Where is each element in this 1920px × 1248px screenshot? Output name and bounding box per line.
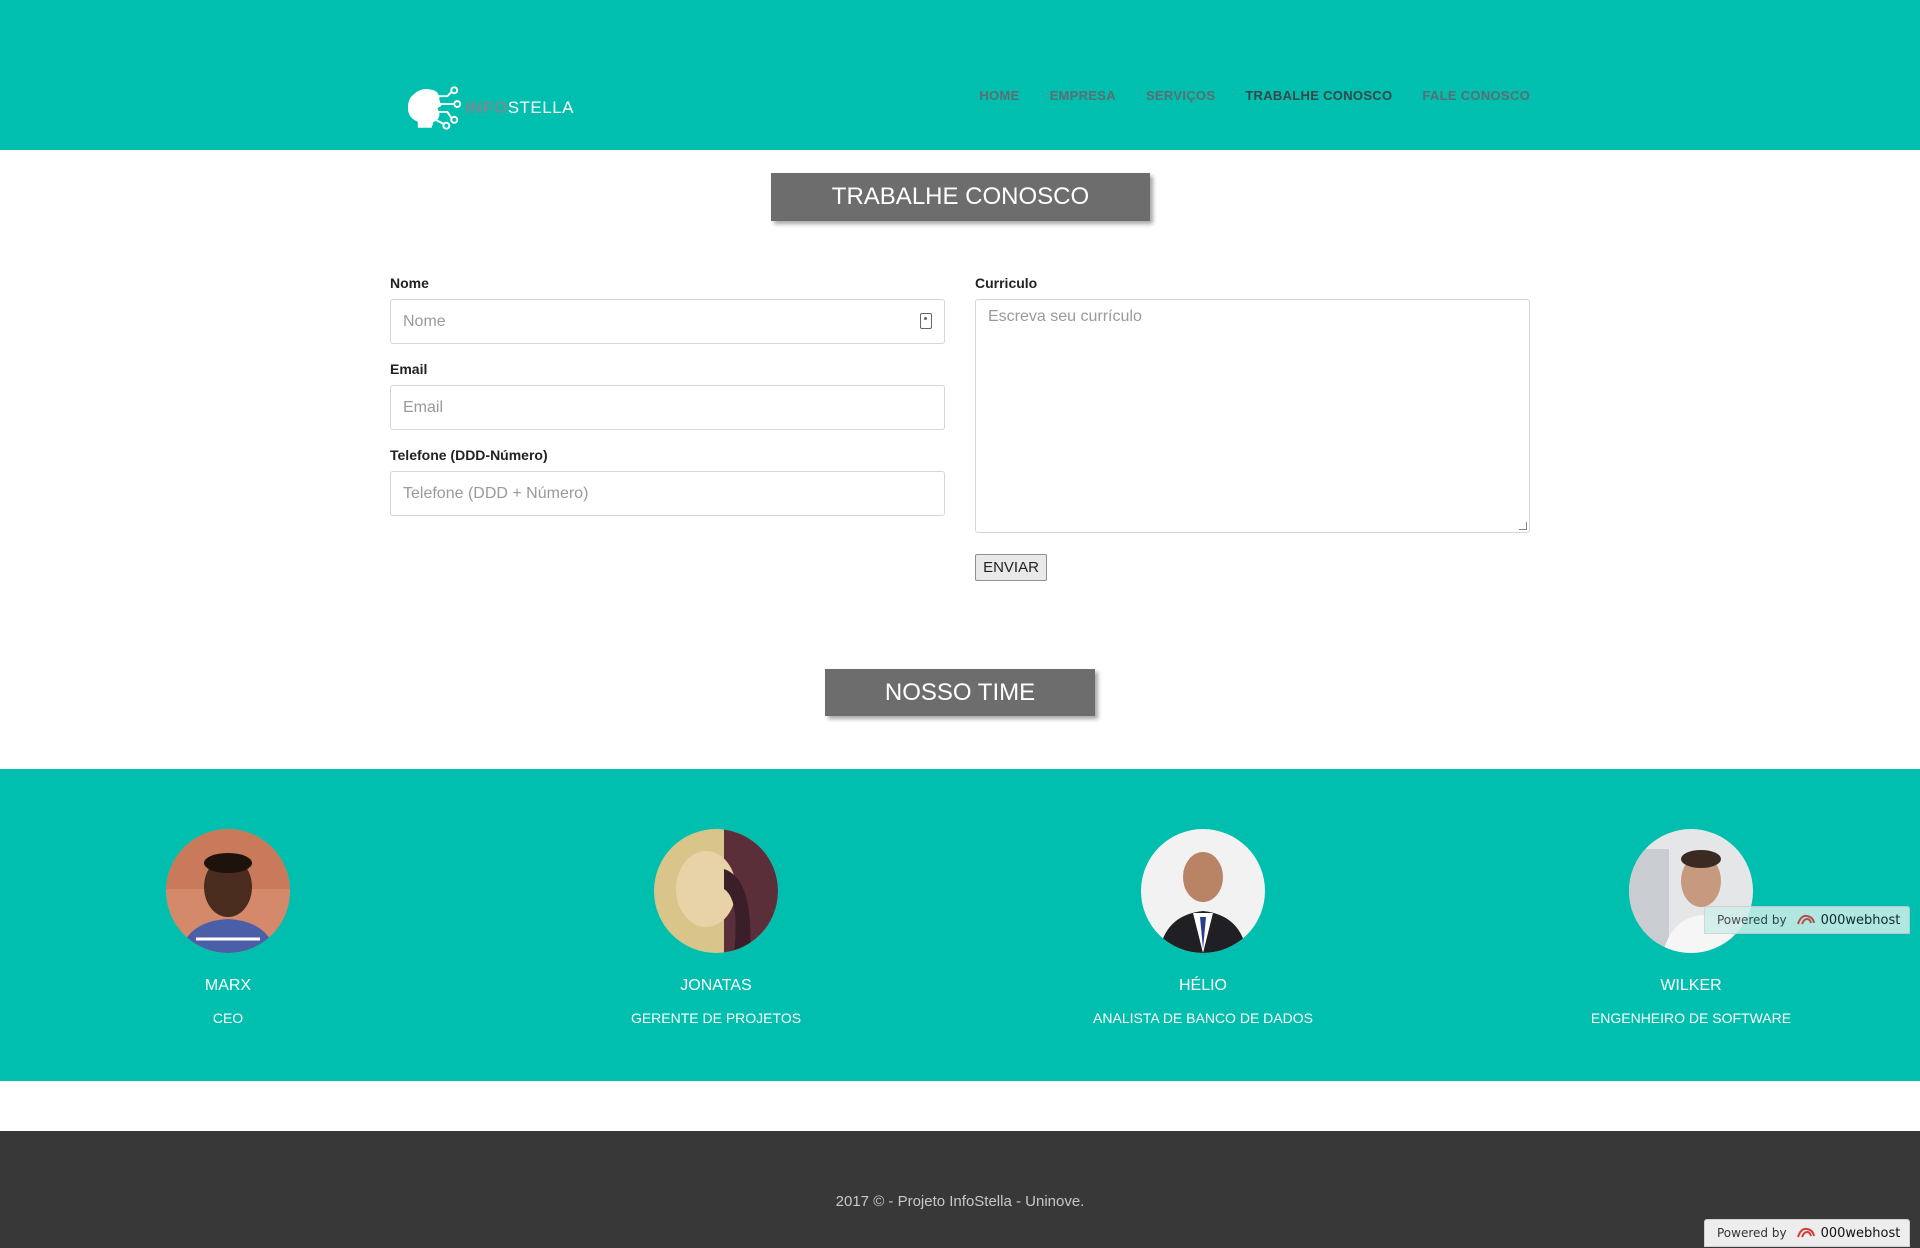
member-name: JONATAS: [680, 977, 752, 994]
member-name: WILKER: [1660, 977, 1722, 994]
email-placeholder: Email: [403, 398, 444, 416]
telefone-placeholder: Telefone (DDD + Número): [403, 484, 589, 502]
powered-by-badge[interactable]: Powered by 000webhost: [1704, 906, 1910, 934]
nav-home[interactable]: HOME: [979, 88, 1019, 103]
logo-text-stella: STELLA: [507, 98, 574, 117]
site-logo[interactable]: INFOSTELLA: [404, 83, 574, 133]
nav-servicos[interactable]: SERVIÇOS: [1146, 88, 1215, 103]
email-label: Email: [390, 361, 428, 377]
member-role: GERENTE DE PROJETOS: [630, 1010, 802, 1026]
nome-placeholder: Nome: [403, 312, 446, 330]
curriculo-textarea[interactable]: Escreva seu currículo: [975, 299, 1530, 533]
logo-text: INFOSTELLA: [465, 98, 574, 118]
site-footer: 2017 © - Projeto InfoStella - Uninove.: [0, 1131, 1920, 1248]
curriculo-placeholder: Escreva seu currículo: [988, 308, 1142, 325]
avatar-wilker: [1629, 829, 1753, 953]
nav-empresa[interactable]: EMPRESA: [1050, 88, 1116, 103]
team-member-marx: MARX CEO: [28, 829, 428, 1026]
main-nav: HOME EMPRESA SERVIÇOS TRABALHE CONOSCO F…: [979, 88, 1530, 103]
nome-input[interactable]: Nome: [390, 299, 945, 344]
email-input[interactable]: Email: [390, 385, 945, 430]
powered-by-label: Powered by: [1717, 913, 1787, 927]
nav-fale-conosco[interactable]: FALE CONOSCO: [1422, 88, 1530, 103]
team-member-helio: HÉLIO ANALISTA DE BANCO DE DADOS: [1003, 829, 1403, 1026]
telefone-input[interactable]: Telefone (DDD + Número): [390, 471, 945, 516]
host-label: 000webhost: [1820, 1225, 1901, 1241]
resize-handle-icon[interactable]: [1519, 522, 1527, 530]
enviar-button[interactable]: ENVIAR: [975, 554, 1047, 581]
team-section: MARX CEO JONATAS GERENTE DE PROJETOS HÉL…: [0, 769, 1920, 1081]
avatar-helio-photo: [1141, 829, 1265, 953]
avatar-marx-photo: [166, 829, 290, 953]
member-role: ENGENHEIRO DE SOFTWARE: [1590, 1010, 1792, 1026]
section-title-nosso-time: NOSSO TIME: [825, 669, 1095, 716]
avatar-jonatas: [654, 829, 778, 953]
member-role: ANALISTA DE BANCO DE DADOS: [1093, 1010, 1313, 1026]
avatar-marx: [166, 829, 290, 953]
section-title-trabalhe-conosco: TRABALHE CONOSCO: [771, 173, 1150, 221]
powered-by-label: Powered by: [1717, 1226, 1787, 1240]
avatar-jonatas-photo: [654, 829, 778, 953]
powered-by-badge-footer[interactable]: Powered by 000webhost: [1704, 1219, 1910, 1247]
member-role: CEO: [212, 1010, 244, 1026]
host-label: 000webhost: [1820, 912, 1901, 928]
footer-copyright: 2017 © - Projeto InfoStella - Uninove.: [835, 1193, 1085, 1210]
000webhost-logo-icon: [1796, 1227, 1815, 1238]
avatar-helio: [1141, 829, 1265, 953]
nav-trabalhe-conosco[interactable]: TRABALHE CONOSCO: [1245, 88, 1392, 103]
team-member-jonatas: JONATAS GERENTE DE PROJETOS: [516, 829, 916, 1026]
nome-label: Nome: [390, 275, 429, 291]
site-header: INFOSTELLA HOME EMPRESA SERVIÇOS TRABALH…: [0, 0, 1920, 150]
telefone-label: Telefone (DDD-Número): [390, 447, 548, 463]
head-circuit-icon: [407, 86, 462, 130]
curriculo-label: Curriculo: [975, 275, 1038, 291]
contact-card-icon: [920, 313, 932, 329]
avatar-wilker-photo: [1629, 829, 1753, 953]
logo-text-info: INFO: [465, 98, 508, 117]
member-name: HÉLIO: [1178, 977, 1227, 994]
member-name: MARX: [204, 977, 252, 994]
000webhost-logo-icon: [1796, 914, 1815, 925]
